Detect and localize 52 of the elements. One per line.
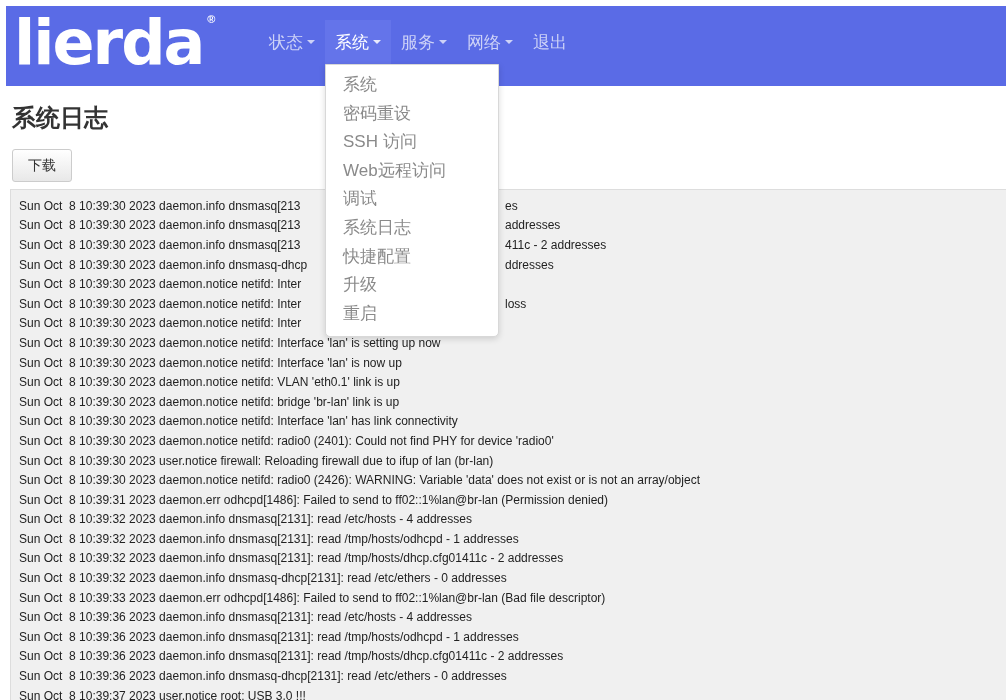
- caret-icon: [307, 40, 315, 44]
- logo: lierda®: [13, 12, 217, 80]
- log-line: Sun Oct 8 10:39:30 2023 daemon.info dnsmasq-dhcp: [19, 257, 309, 272]
- log-line: Sun Oct 8 10:39:30 2023 daemon.notice netifd: Interface 'lan' has link connectivity: [19, 414, 458, 429]
- dropdown-item[interactable]: 密码重设: [326, 99, 498, 129]
- log-line: Sun Oct 8 10:39:36 2023 daemon.info dnsmasq-dhcp[2131]: read /etc/ethers - 0 addresses: [19, 669, 507, 684]
- dropdown-item[interactable]: SSH 访问: [326, 128, 498, 157]
- log-line: Sun Oct 8 10:39:30 2023 daemon.notice netifd: radio0 (2426): WARNING: Variable 'data' does not exist or is not an array/object: [19, 473, 700, 488]
- caret-icon: [373, 40, 381, 44]
- log-line: Sun Oct 8 10:39:36 2023 daemon.info dnsmasq[2131]: read /tmp/hosts/dhcp.cfg01411c - 2 addresses: [19, 649, 564, 664]
- log-line: Sun Oct 8 10:39:30 2023 daemon.notice netifd: Interface 'lan' is now up: [19, 355, 402, 370]
- log-line: Sun Oct 8 10:39:30 2023 daemon.notice netifd: Inter: [19, 277, 302, 292]
- nav-menu-item[interactable]: 系统: [325, 20, 391, 64]
- log-line: Sun Oct 8 10:39:30 2023 daemon.notice netifd: radio0 (2401): Could not find PHY for device 'radio0': [19, 433, 554, 448]
- log-line: Sun Oct 8 10:39:30 2023 daemon.notice netifd: Interface 'lan' is setting up now: [19, 335, 441, 350]
- nav-menu-item[interactable]: 网络: [457, 20, 523, 64]
- dropdown-item[interactable]: 系统日志: [326, 213, 498, 243]
- dropdown-item[interactable]: 重启: [326, 299, 498, 329]
- log-line: 411c - 2 addresses: [505, 238, 607, 252]
- log-line: Sun Oct 8 10:39:30 2023 daemon.info dnsmasq[213: [19, 238, 302, 252]
- nav-menu-item[interactable]: 状态: [259, 20, 325, 64]
- log-line: loss: [505, 296, 527, 311]
- page-title: 系统日志: [12, 103, 108, 133]
- log-line: Sun Oct 8 10:39:30 2023 daemon.notice netifd: Inter: [19, 316, 302, 331]
- dropdown-item[interactable]: 系统: [326, 71, 498, 100]
- log-line: Sun Oct 8 10:39:30 2023 daemon.info dnsmasq[213: [19, 198, 302, 213]
- dropdown-item[interactable]: 调试: [326, 185, 498, 214]
- log-line: Sun Oct 8 10:39:33 2023 daemon.err odhcpd[1486]: Failed to send to ff02::1%lan@br-lan (Bad file descriptor): [19, 590, 606, 605]
- log-line: Sun Oct 8 10:39:36 2023 daemon.info dnsmasq[2131]: read /tmp/hosts/odhcpd - 1 addresses: [19, 629, 519, 644]
- log-line: Sun Oct 8 10:39:32 2023 daemon.info dnsmasq[2131]: read /tmp/hosts/odhcpd - 1 addresses: [19, 531, 519, 546]
- log-line: Sun Oct 8 10:39:32 2023 daemon.info dnsmasq-dhcp[2131]: read /etc/ethers - 0 addresses: [19, 571, 507, 586]
- log-line: Sun Oct 8 10:39:30 2023 daemon.notice netifd: VLAN 'eth0.1' link is up: [19, 375, 400, 390]
- caret-icon: [439, 40, 447, 44]
- log-line: Sun Oct 8 10:39:37 2023 user.notice root: USB 3.0 !!!: [19, 688, 306, 700]
- caret-icon: [505, 40, 513, 44]
- nav-menu-item[interactable]: 服务: [391, 20, 457, 64]
- log-line: Sun Oct 8 10:39:30 2023 daemon.notice netifd: Inter: [19, 296, 303, 311]
- log-line: addresses: [505, 218, 561, 233]
- log-line: Sun Oct 8 10:39:30 2023 user.notice firewall: Reloading firewall due to ifup of lan (br-lan): [19, 453, 494, 468]
- log-line: Sun Oct 8 10:39:30 2023 daemon.notice netifd: bridge 'br-lan' link is up: [19, 394, 400, 409]
- log-line: Sun Oct 8 10:39:36 2023 daemon.info dnsmasq[2131]: read /etc/hosts - 4 addresses: [19, 610, 472, 625]
- log-line: Sun Oct 8 10:39:31 2023 daemon.err odhcpd[1486]: Failed to send to ff02::1%lan@br-lan (Permission denied): [19, 492, 608, 507]
- dropdown-item[interactable]: 升级: [326, 271, 498, 300]
- log-line: Sun Oct 8 10:39:32 2023 daemon.info dnsmasq[2131]: read /tmp/hosts/dhcp.cfg01411c - 2 addresses: [19, 551, 564, 566]
- log-line: Sun Oct 8 10:39:30 2023 daemon.info dnsmasq[213: [19, 218, 302, 233]
- log-line: es: [505, 198, 518, 213]
- log-line: Sun Oct 8 10:39:32 2023 daemon.info dnsmasq[2131]: read /etc/hosts - 4 addresses: [19, 512, 472, 527]
- dropdown-item[interactable]: Web远程访问: [326, 156, 498, 186]
- dropdown-item[interactable]: 快捷配置: [326, 242, 498, 272]
- log-line: ddresses: [505, 257, 554, 272]
- download-button[interactable]: 下载: [12, 149, 72, 182]
- nav-menu-item[interactable]: 退出: [523, 20, 577, 64]
